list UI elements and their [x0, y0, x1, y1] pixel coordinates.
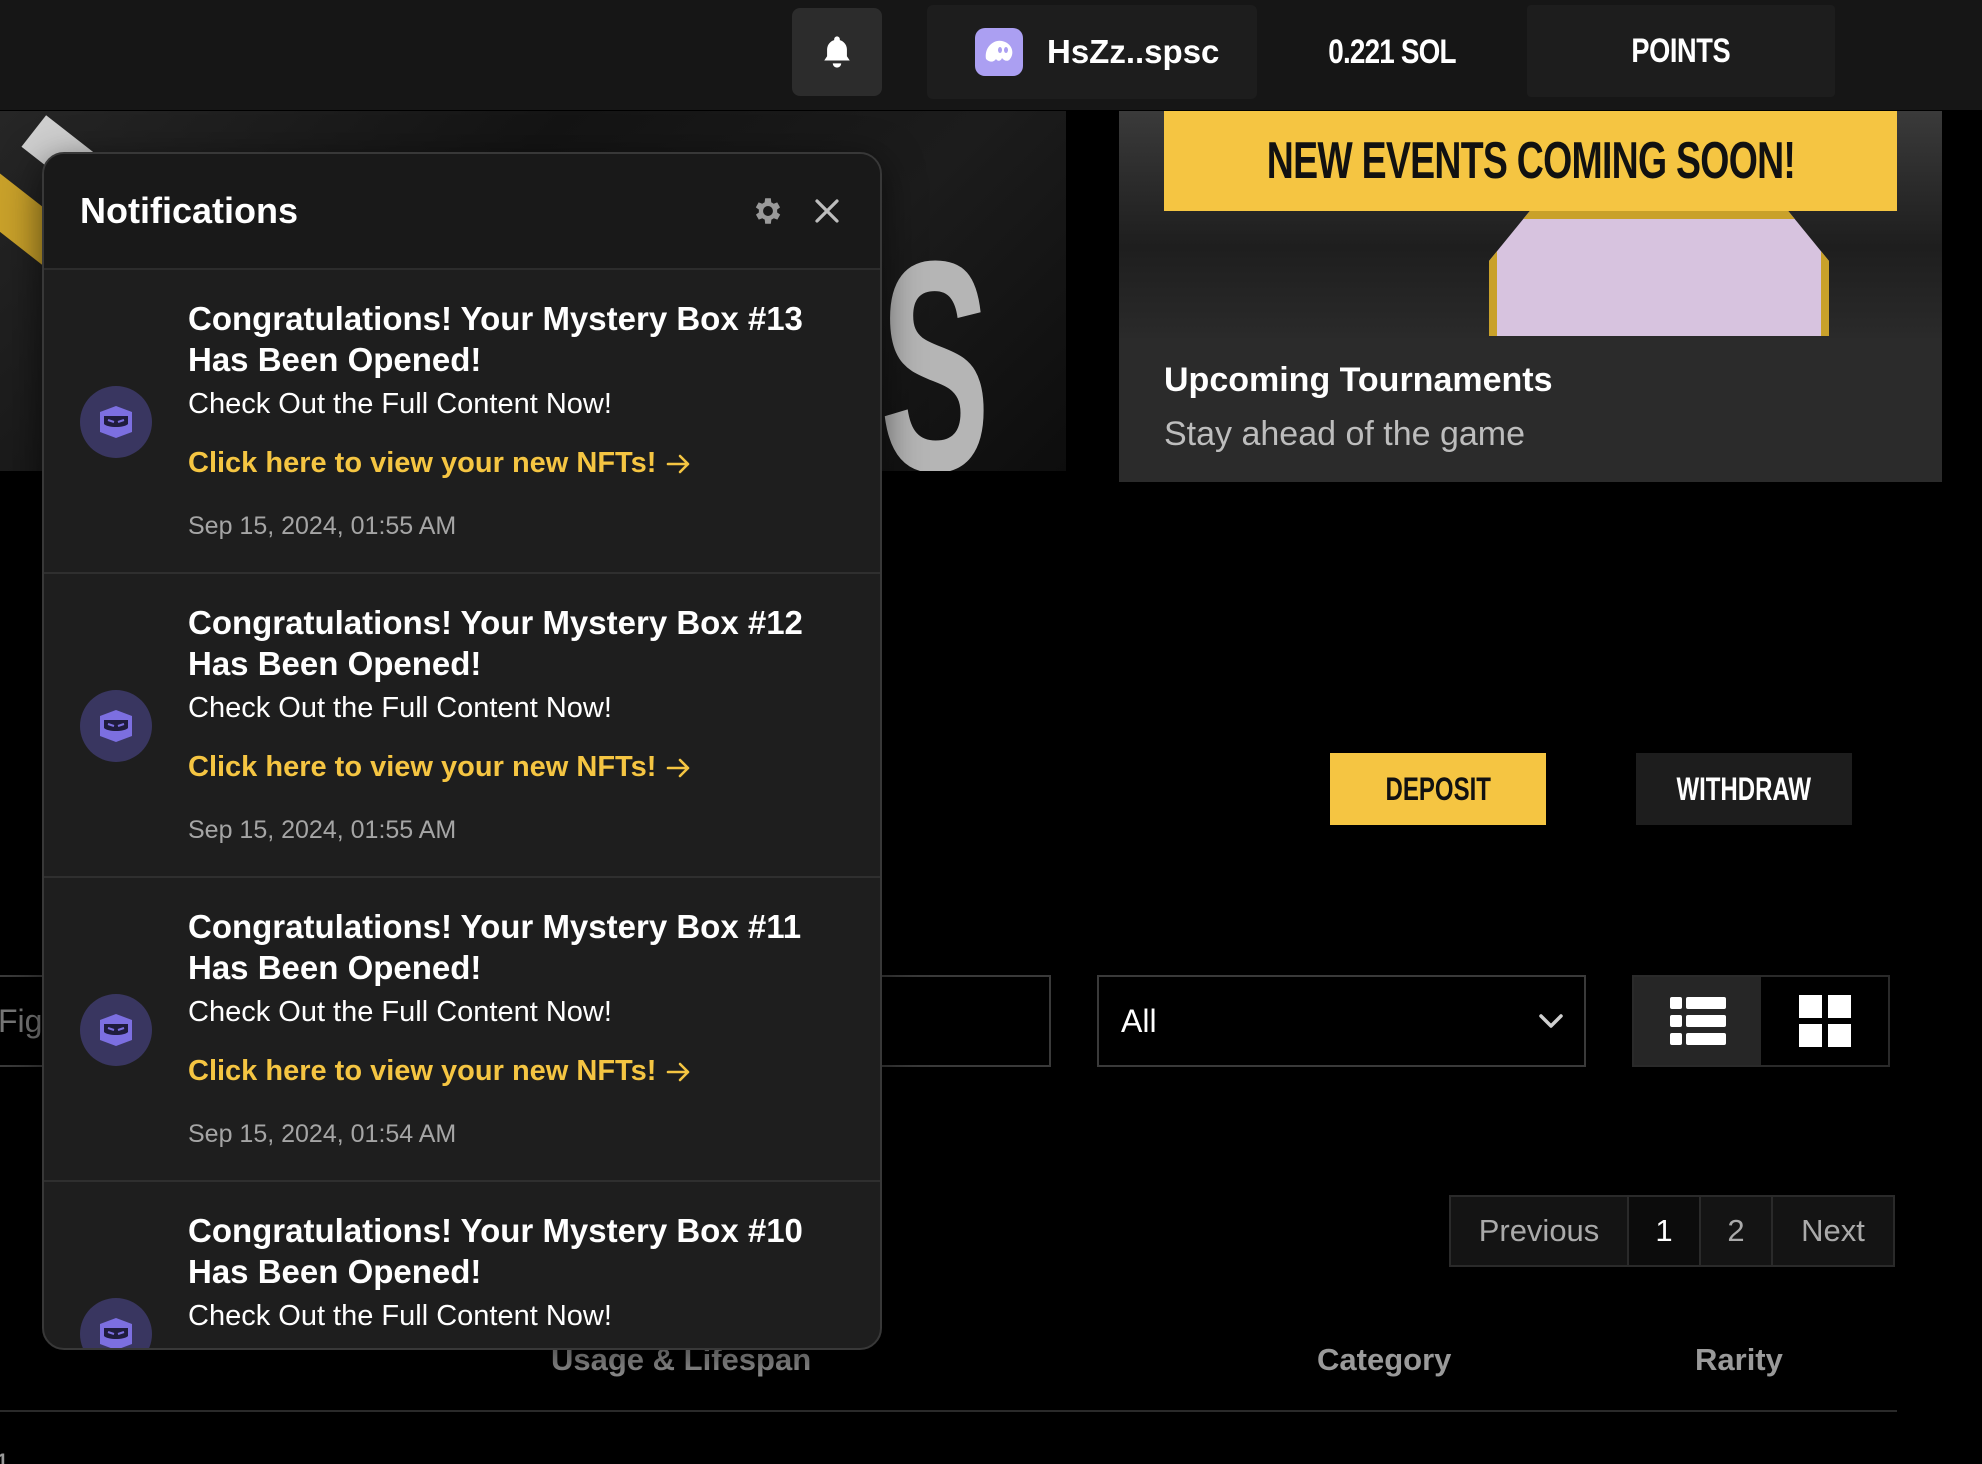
phantom-ghost-icon [975, 28, 1023, 76]
event-image: NEW EVENTS COMING SOON! [1119, 111, 1942, 338]
app-root: HsZz..spsc 0.221 SOL POINTS S NEW EVENTS… [0, 0, 1982, 1464]
view-nfts-link[interactable]: Click here to view your new NFTs! [188, 1055, 692, 1088]
view-nfts-link[interactable]: Click here to view your new NFTs! [188, 751, 692, 784]
notification-body: Check Out the Full Content Now! [188, 388, 612, 420]
withdraw-label: WITHDRAW [1676, 770, 1812, 807]
notification-body: Check Out the Full Content Now! [188, 996, 612, 1028]
table-divider [0, 1410, 1897, 1412]
event-card-title: Upcoming Tournaments [1164, 361, 1553, 399]
view-toggle [1632, 975, 1890, 1067]
top-bar: HsZz..spsc 0.221 SOL POINTS [0, 0, 1982, 110]
deposit-button[interactable]: DEPOSIT [1330, 753, 1546, 825]
page-2-button[interactable]: 2 [1701, 1197, 1773, 1265]
table-row-index: 1 [0, 1448, 11, 1464]
notification-item[interactable]: Congratulations! Your Mystery Box #13 Ha… [44, 272, 880, 574]
event-banner: NEW EVENTS COMING SOON! [1164, 111, 1897, 211]
notification-timestamp: Sep 15, 2024, 01:55 AM [188, 816, 457, 844]
mystery-box-icon [80, 1298, 152, 1348]
event-banner-text: NEW EVENTS COMING SOON! [1266, 132, 1795, 190]
category-select-value: All [1121, 1002, 1157, 1039]
next-page-button[interactable]: Next [1773, 1197, 1893, 1265]
list-view-icon [1669, 997, 1726, 1045]
chevron-down-icon [1539, 1014, 1563, 1028]
points-label: POINTS [1631, 31, 1731, 70]
notification-heading: Congratulations! Your Mystery Box #13 Ha… [188, 300, 803, 378]
page-1-button[interactable]: 1 [1629, 1197, 1701, 1265]
sol-balance: 0.221 SOL [1328, 32, 1456, 71]
gear-icon[interactable] [751, 194, 785, 228]
wallet-address: HsZz..spsc [1047, 33, 1220, 70]
notification-timestamp: Sep 15, 2024, 01:54 AM [188, 1120, 457, 1148]
notification-heading: Congratulations! Your Mystery Box #12 Ha… [188, 604, 803, 682]
upcoming-tournaments-card[interactable]: NEW EVENTS COMING SOON! Upcoming Tournam… [1119, 111, 1942, 482]
notifications-header: Notifications [44, 154, 880, 270]
list-view-button[interactable] [1634, 977, 1761, 1065]
notification-item[interactable]: Congratulations! Your Mystery Box #10 Ha… [44, 1184, 880, 1348]
view-nfts-link-label: Click here to view your new NFTs! [188, 1055, 657, 1087]
column-header-category[interactable]: Category [1317, 1342, 1451, 1378]
category-select[interactable]: All [1097, 975, 1586, 1067]
event-card-subtitle: Stay ahead of the game [1164, 415, 1526, 453]
column-header-rarity[interactable]: Rarity [1695, 1342, 1783, 1378]
arrow-right-icon [667, 758, 690, 777]
notifications-title: Notifications [80, 190, 299, 231]
view-nfts-link[interactable]: Click here to view your new NFTs! [188, 447, 692, 480]
mystery-box-icon [80, 690, 152, 762]
notification-timestamp: Sep 15, 2024, 01:55 AM [188, 512, 457, 540]
arrow-right-icon [667, 454, 690, 473]
points-button[interactable]: POINTS [1527, 5, 1835, 97]
notification-body: Check Out the Full Content Now! [188, 1300, 612, 1332]
notification-body: Check Out the Full Content Now! [188, 692, 612, 724]
bell-icon [824, 36, 850, 68]
hero-letter: S [880, 198, 991, 471]
withdraw-button[interactable]: WITHDRAW [1636, 753, 1852, 825]
view-nfts-link-label: Click here to view your new NFTs! [188, 447, 657, 479]
notifications-panel: Notifications Congratulations! Your Myst… [42, 152, 882, 1350]
close-icon[interactable] [812, 196, 842, 226]
notification-item[interactable]: Congratulations! Your Mystery Box #12 Ha… [44, 576, 880, 878]
deposit-label: DEPOSIT [1385, 770, 1491, 807]
grid-view-icon [1798, 995, 1851, 1047]
previous-page-button[interactable]: Previous [1451, 1197, 1629, 1265]
pagination: Previous 1 2 Next [1449, 1195, 1895, 1267]
mystery-box-icon [80, 994, 152, 1066]
wallet-button[interactable]: HsZz..spsc [927, 5, 1257, 99]
grid-view-button[interactable] [1761, 977, 1888, 1065]
mystery-box-icon [80, 386, 152, 458]
arrow-right-icon [667, 1062, 690, 1081]
notifications-button[interactable] [792, 8, 882, 96]
notification-heading: Congratulations! Your Mystery Box #11 Ha… [188, 908, 802, 986]
notification-item[interactable]: Congratulations! Your Mystery Box #11 Ha… [44, 880, 880, 1182]
notification-heading: Congratulations! Your Mystery Box #10 Ha… [188, 1212, 803, 1290]
view-nfts-link-label: Click here to view your new NFTs! [188, 751, 657, 783]
octagon-arena-image [1489, 211, 1829, 336]
